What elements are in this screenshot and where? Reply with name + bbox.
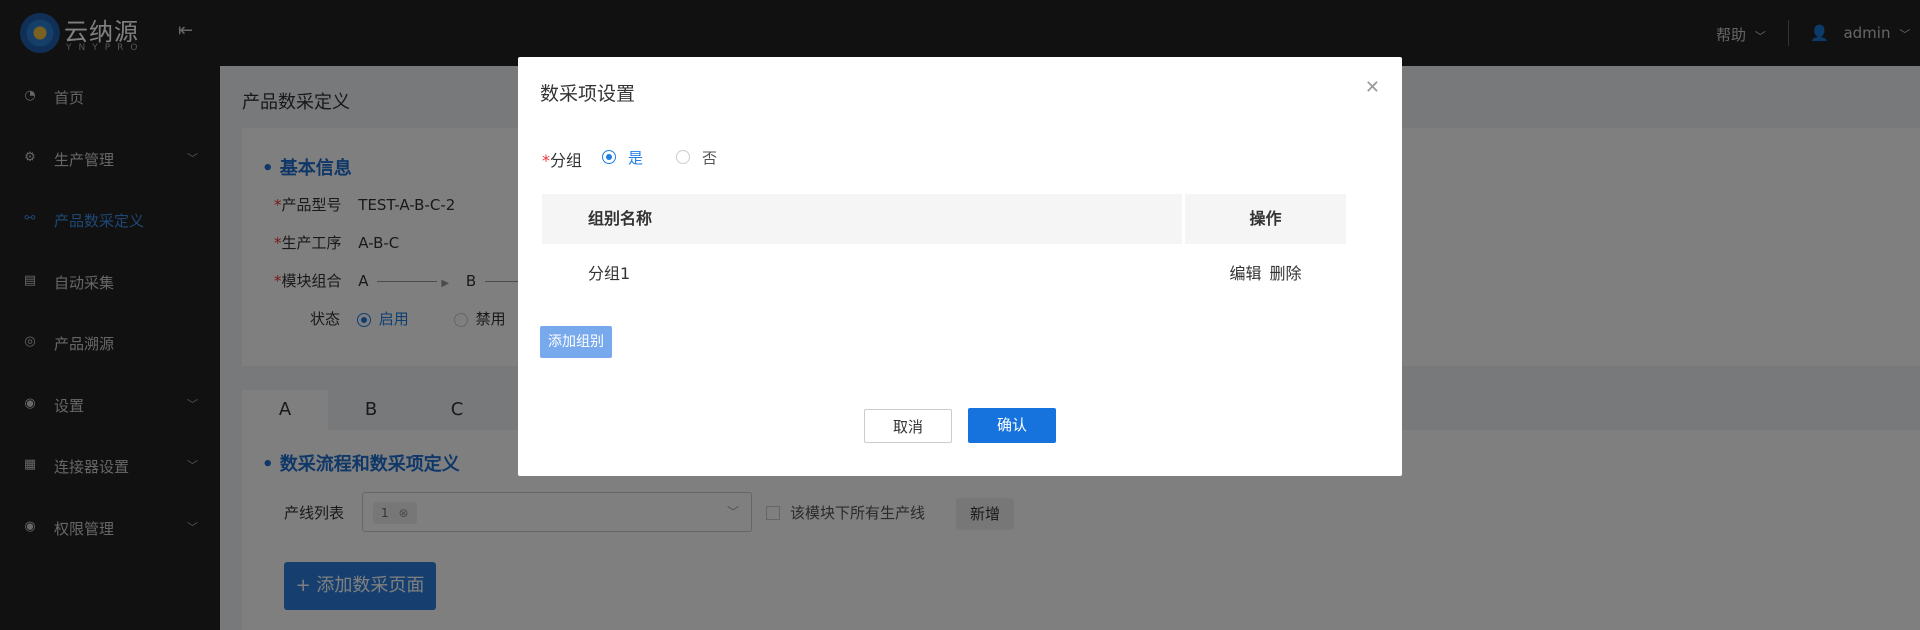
add-group-button[interactable]: 添加组别 xyxy=(540,326,612,358)
edit-link[interactable]: 编辑 xyxy=(1229,244,1261,304)
dialog-title: 数采项设置 xyxy=(540,83,636,105)
table-cell-actions: 编辑 删除 xyxy=(1185,244,1346,304)
group-no-label: 否 xyxy=(702,149,718,167)
close-icon[interactable]: ✕ xyxy=(1365,77,1380,98)
cancel-button[interactable]: 取消 xyxy=(864,409,952,443)
column-header-action: 操作 xyxy=(1185,194,1346,244)
group-label-wrap: *分组 xyxy=(542,151,583,170)
group-yes-radio[interactable] xyxy=(602,150,616,164)
group-label: 分组 xyxy=(550,151,583,170)
group-no-radio[interactable] xyxy=(676,150,690,164)
column-header-name: 组别名称 xyxy=(542,194,1182,244)
collect-item-settings-dialog: 数采项设置 ✕ *分组 是 否 组别名称 操作 分组1 编辑 删除 添加组别 取消… xyxy=(518,57,1402,476)
confirm-button[interactable]: 确认 xyxy=(968,408,1056,443)
delete-link[interactable]: 删除 xyxy=(1270,244,1302,304)
group-yes-label: 是 xyxy=(628,149,644,167)
table-cell-group-name: 分组1 xyxy=(588,264,631,283)
